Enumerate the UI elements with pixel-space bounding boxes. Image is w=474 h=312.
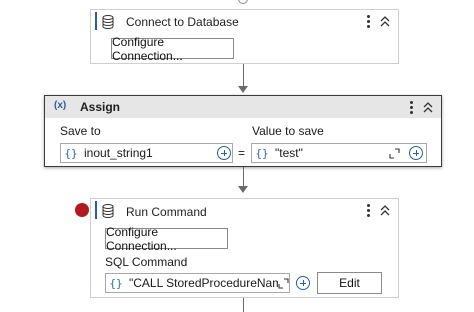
database-icon	[102, 15, 114, 29]
activity-title: Connect to Database	[126, 15, 239, 29]
run-command-header[interactable]: Run Command	[91, 199, 398, 222]
connector	[243, 167, 244, 186]
breakpoint-icon[interactable]	[75, 203, 89, 217]
plus-circle-icon	[296, 276, 310, 290]
configure-connection-button[interactable]: Configure Connection...	[105, 225, 228, 253]
collapse-icon[interactable]	[423, 101, 433, 114]
value-to-save-value: "test"	[275, 146, 303, 160]
save-to-label: Save to	[60, 124, 101, 138]
top-connector-dot	[238, 0, 248, 4]
more-options-icon[interactable]	[409, 101, 413, 114]
value-to-save-field[interactable]: {} "test"	[251, 143, 427, 163]
plus-circle-icon	[217, 146, 231, 160]
run-command-activity[interactable]: Run Command Configure Connection... SQL …	[90, 198, 399, 298]
sql-command-value: "CALL StoredProcedureName	[129, 276, 289, 290]
expand-editor-icon[interactable]	[278, 278, 289, 289]
equals-sign: =	[238, 146, 246, 160]
connector-arrow	[238, 86, 248, 93]
save-to-field[interactable]: {} inout_string1	[60, 143, 233, 163]
collapse-icon[interactable]	[380, 204, 390, 217]
connect-to-database-activity[interactable]: Connect to Database Configure Connection…	[90, 9, 399, 64]
assign-header[interactable]: (x) Assign	[45, 96, 441, 118]
add-value-button[interactable]	[409, 146, 423, 160]
connector-arrow	[238, 186, 248, 193]
database-icon	[102, 204, 114, 218]
expand-editor-icon[interactable]	[389, 148, 400, 159]
value-to-save-label: Value to save	[252, 124, 324, 138]
more-options-icon[interactable]	[366, 15, 370, 28]
sql-command-field[interactable]: {} "CALL StoredProcedureName	[105, 273, 290, 293]
plus-circle-icon	[409, 146, 423, 160]
header-actions	[366, 199, 390, 222]
header-actions	[366, 10, 390, 33]
add-variable-button[interactable]	[217, 146, 231, 160]
expression-icon: {}	[64, 146, 78, 160]
collapse-icon[interactable]	[380, 15, 390, 28]
edit-button[interactable]: Edit	[317, 272, 382, 294]
activity-title: Assign	[80, 100, 121, 114]
connector	[243, 64, 244, 86]
header-actions	[409, 96, 433, 119]
activity-title: Run Command	[126, 205, 207, 219]
configure-connection-button[interactable]: Configure Connection...	[111, 35, 234, 63]
drag-handle[interactable]	[95, 12, 97, 30]
sql-command-label: SQL Command	[105, 255, 188, 269]
assign-icon: (x)	[54, 100, 67, 111]
connect-to-database-header[interactable]: Connect to Database	[91, 10, 398, 33]
connector	[243, 298, 244, 312]
save-to-value: inout_string1	[84, 146, 153, 160]
expression-icon: {}	[109, 276, 123, 290]
assign-activity[interactable]: (x) Assign Save to Value to save {} inou…	[44, 95, 442, 167]
add-sql-argument-button[interactable]	[296, 276, 310, 290]
drag-handle[interactable]	[95, 201, 97, 219]
more-options-icon[interactable]	[366, 204, 370, 217]
expression-icon: {}	[255, 146, 269, 160]
